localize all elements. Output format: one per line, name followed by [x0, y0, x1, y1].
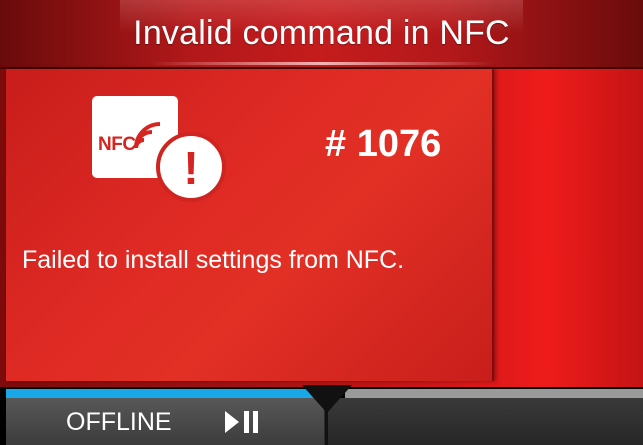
error-message-panel — [6, 69, 494, 381]
play-pause-icon[interactable] — [225, 410, 265, 434]
error-message-text: Failed to install settings from NFC. — [22, 246, 405, 274]
status-notch — [302, 385, 352, 413]
offline-label: OFFLINE — [66, 408, 172, 436]
title-bar: Invalid command in NFC — [0, 0, 643, 69]
status-strip-active — [6, 389, 318, 398]
title-sheen — [150, 62, 493, 65]
error-code: # 1076 — [325, 123, 442, 165]
alert-icon: ! — [156, 132, 226, 202]
status-strip-inactive — [345, 389, 643, 398]
printer-display: Invalid command in NFC NFC ! # 1076 Fail… — [0, 0, 643, 445]
page-title: Invalid command in NFC — [133, 14, 510, 52]
nfc-badge-text: NFC — [98, 134, 136, 155]
status-bar-right — [328, 398, 643, 445]
